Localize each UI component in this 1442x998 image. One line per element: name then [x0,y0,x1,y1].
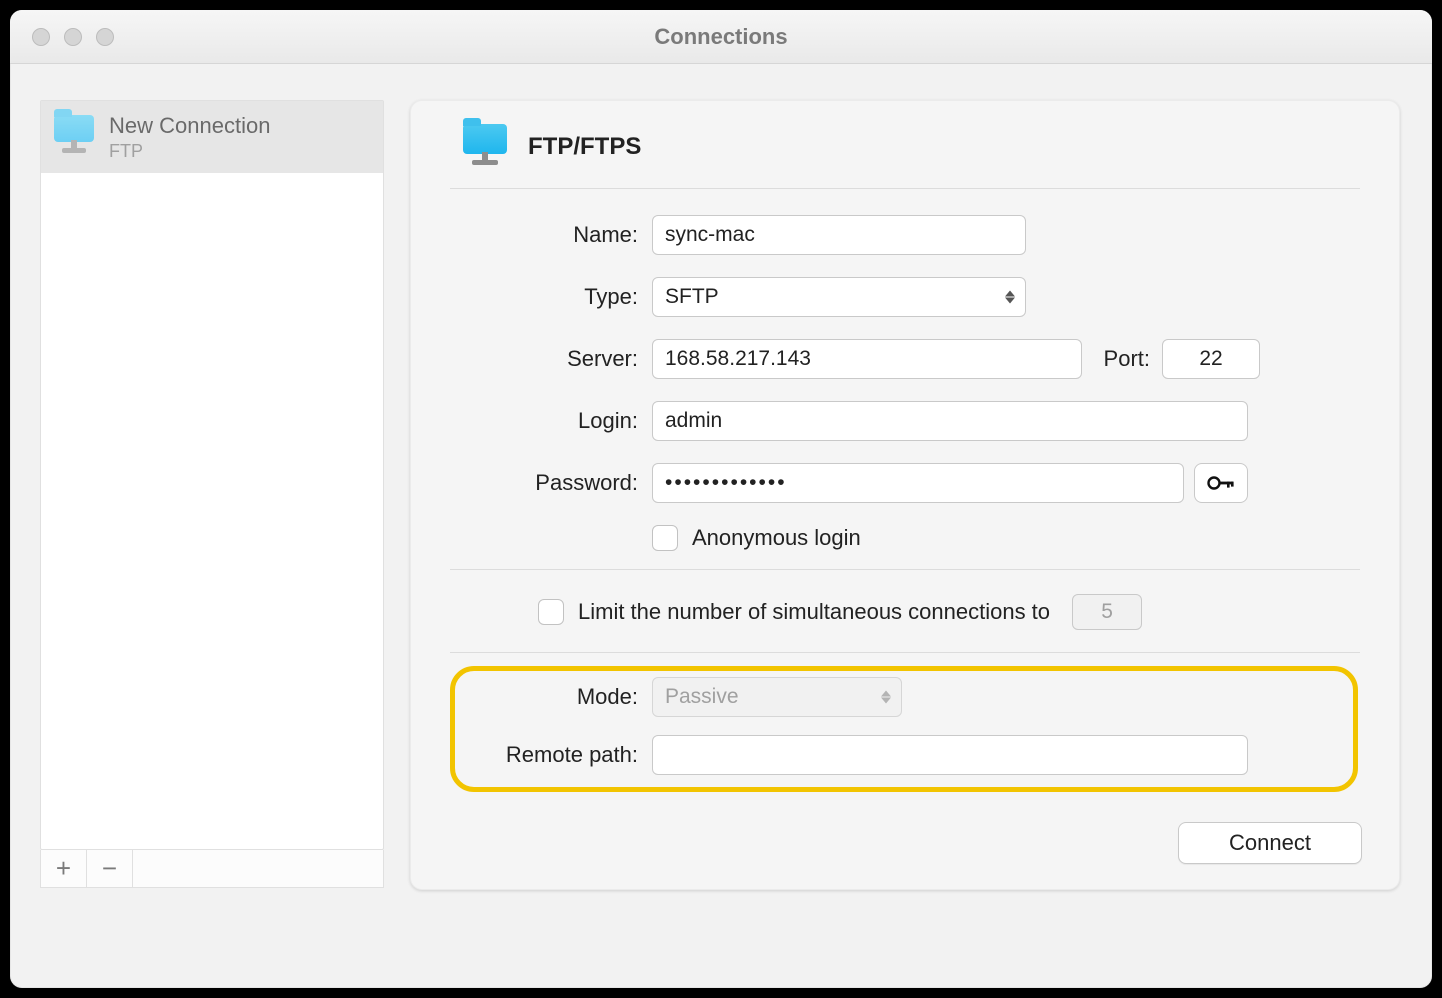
network-folder-icon [460,124,510,170]
connection-settings-panel: FTP/FTPS Name: Type: SFTP Server: [410,100,1400,890]
mode-value: Passive [665,685,739,709]
type-label: Type: [450,284,652,310]
limit-checkbox[interactable] [538,599,564,625]
name-label: Name: [450,222,652,248]
window-title: Connections [10,24,1432,50]
connect-button[interactable]: Connect [1178,822,1362,864]
server-label: Server: [450,346,652,372]
mode-label: Mode: [450,684,652,710]
connections-sidebar: New Connection FTP [40,100,384,850]
key-icon [1207,475,1235,491]
remote-path-label: Remote path: [450,742,652,768]
name-input[interactable] [652,215,1026,255]
network-folder-icon [51,115,97,159]
chevron-updown-icon [1005,291,1015,304]
type-value: SFTP [665,285,719,309]
limit-label: Limit the number of simultaneous connect… [578,599,1050,625]
password-label: Password: [450,470,652,496]
port-input[interactable] [1162,339,1260,379]
sidebar-item-title: New Connection [109,113,270,139]
remove-connection-button[interactable]: − [87,850,133,887]
sidebar-item-subtitle: FTP [109,141,270,162]
zoom-icon[interactable] [96,28,114,46]
sidebar-item-connection[interactable]: New Connection FTP [41,101,383,173]
login-input[interactable] [652,401,1248,441]
password-input[interactable] [652,463,1184,503]
key-button[interactable] [1194,463,1248,503]
sidebar-toolbar: + − [40,850,384,888]
remote-path-input[interactable] [652,735,1248,775]
limit-count-input [1072,594,1142,630]
panel-title: FTP/FTPS [528,133,641,161]
anonymous-label: Anonymous login [692,525,861,551]
close-icon[interactable] [32,28,50,46]
chevron-updown-icon [881,691,891,704]
type-select[interactable]: SFTP [652,277,1026,317]
anonymous-checkbox[interactable] [652,525,678,551]
connect-button-label: Connect [1229,830,1311,856]
titlebar: Connections [10,10,1432,64]
mode-select: Passive [652,677,902,717]
window-controls [32,28,114,46]
login-label: Login: [450,408,652,434]
minimize-icon[interactable] [64,28,82,46]
port-label: Port: [1092,346,1162,372]
server-input[interactable] [652,339,1082,379]
add-connection-button[interactable]: + [41,850,87,887]
